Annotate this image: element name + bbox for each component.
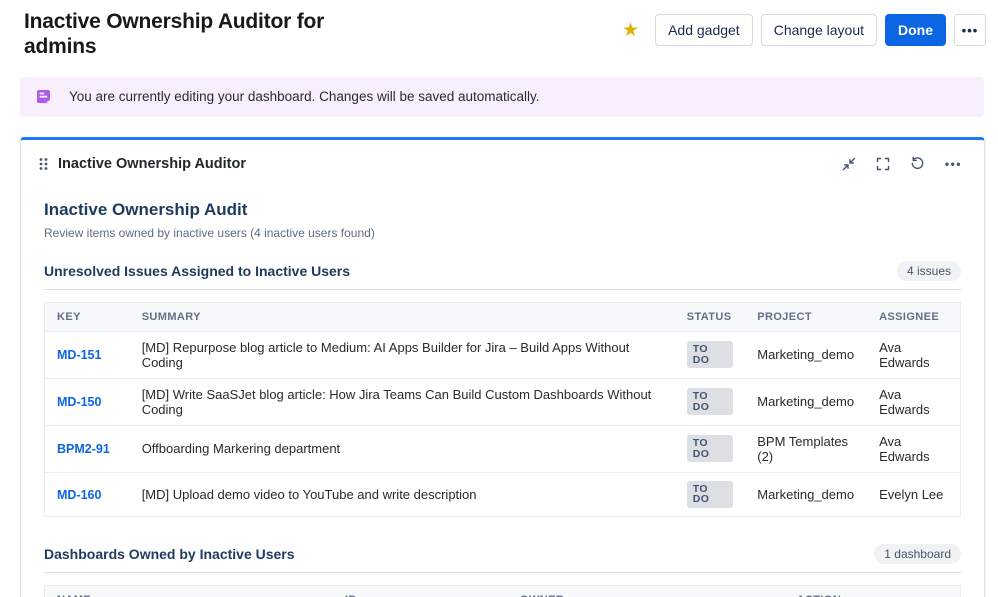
gadget-header: Inactive Ownership Auditor [21, 140, 984, 184]
issue-assignee: Ava Edwards [867, 331, 960, 378]
change-layout-button[interactable]: Change layout [761, 14, 877, 46]
gadget-tools: ••• [842, 156, 962, 171]
issue-project: Marketing_demo [745, 472, 867, 516]
col-assignee: ASSIGNEE [867, 302, 960, 331]
refresh-icon[interactable] [910, 156, 925, 171]
issue-summary: [MD] Upload demo video to YouTube and wr… [130, 472, 675, 516]
status-badge: TO DO [687, 341, 734, 368]
issue-key-link[interactable]: BPM2-91 [57, 442, 110, 456]
issue-project: Marketing_demo [745, 378, 867, 425]
section-divider [44, 289, 961, 290]
issues-section-head: Unresolved Issues Assigned to Inactive U… [44, 261, 961, 281]
col-name: NAME [45, 585, 334, 597]
gadget-more-icon[interactable]: ••• [945, 157, 962, 171]
col-action: ACTION [785, 585, 961, 597]
section-divider [44, 572, 961, 573]
more-options-button[interactable]: ••• [954, 14, 986, 46]
issue-project: BPM Templates (2) [745, 425, 867, 472]
page-title: Inactive Ownership Auditor for admins [24, 10, 354, 60]
done-button[interactable]: Done [885, 14, 946, 46]
collapse-icon[interactable] [842, 157, 856, 171]
issue-key-link[interactable]: MD-151 [57, 348, 101, 362]
table-row: BPM2-91 Offboarding Markering department… [45, 425, 961, 472]
banner-message: You are currently editing your dashboard… [69, 89, 540, 104]
col-key: KEY [45, 302, 130, 331]
issues-section-title: Unresolved Issues Assigned to Inactive U… [44, 263, 350, 279]
table-row: MD-160 [MD] Upload demo video to YouTube… [45, 472, 961, 516]
col-project: PROJECT [745, 302, 867, 331]
dashboards-table-header-row: NAME ID OWNER ACTION [45, 585, 961, 597]
issue-assignee: Evelyn Lee [867, 472, 960, 516]
add-gadget-button[interactable]: Add gadget [655, 14, 753, 46]
dashboards-section-title: Dashboards Owned by Inactive Users [44, 546, 295, 562]
col-owner: OWNER [508, 585, 785, 597]
issues-table: KEY SUMMARY STATUS PROJECT ASSIGNEE MD-1… [44, 302, 961, 517]
status-badge: TO DO [687, 435, 734, 462]
status-badge: TO DO [687, 481, 734, 508]
drag-handle-icon[interactable] [36, 154, 51, 174]
favorite-star-icon[interactable]: ★ [622, 21, 639, 40]
issue-summary: [MD] Write SaaSJet blog article: How Jir… [130, 378, 675, 425]
issue-key-link[interactable]: MD-160 [57, 488, 101, 502]
audit-subtitle: Review items owned by inactive users (4 … [44, 226, 961, 240]
gadget-card: Inactive Ownership Auditor [20, 137, 985, 597]
col-summary: SUMMARY [130, 302, 675, 331]
expand-icon[interactable] [876, 157, 890, 171]
audit-title: Inactive Ownership Audit [44, 200, 961, 220]
table-row: MD-151 [MD] Repurpose blog article to Me… [45, 331, 961, 378]
editing-banner: You are currently editing your dashboard… [20, 77, 984, 117]
col-id: ID [333, 585, 508, 597]
header-actions: ★ Add gadget Change layout Done ••• [622, 10, 986, 46]
issue-summary: Offboarding Markering department [130, 425, 675, 472]
issues-table-header-row: KEY SUMMARY STATUS PROJECT ASSIGNEE [45, 302, 961, 331]
issue-summary: [MD] Repurpose blog article to Medium: A… [130, 331, 675, 378]
dashboards-section-head: Dashboards Owned by Inactive Users 1 das… [44, 544, 961, 564]
issue-project: Marketing_demo [745, 331, 867, 378]
issues-count-badge: 4 issues [897, 261, 961, 281]
col-status: STATUS [675, 302, 746, 331]
issue-key-link[interactable]: MD-150 [57, 395, 101, 409]
table-row: MD-150 [MD] Write SaaSJet blog article: … [45, 378, 961, 425]
issue-assignee: Ava Edwards [867, 425, 960, 472]
issue-assignee: Ava Edwards [867, 378, 960, 425]
status-badge: TO DO [687, 388, 734, 415]
dashboards-count-badge: 1 dashboard [874, 544, 961, 564]
gadget-title: Inactive Ownership Auditor [58, 156, 246, 172]
edit-note-icon [35, 88, 52, 105]
page-header: Inactive Ownership Auditor for admins ★ … [0, 0, 998, 60]
dashboards-table: NAME ID OWNER ACTION Sprint health 10001… [44, 585, 961, 597]
gadget-body: Inactive Ownership Audit Review items ow… [21, 184, 984, 597]
